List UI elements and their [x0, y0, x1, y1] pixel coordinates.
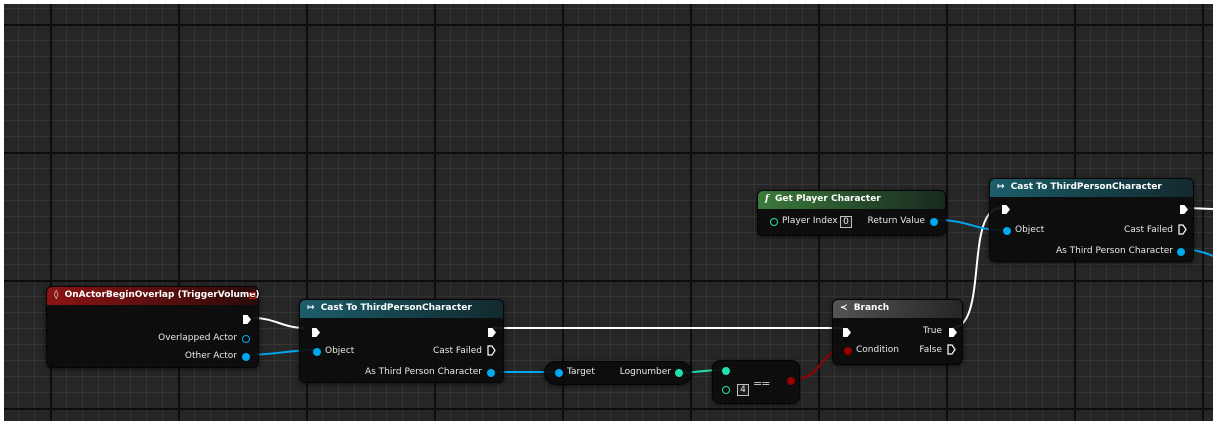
cast-2-title: Cast To ThirdPersonCharacter — [1010, 182, 1162, 192]
cast-2-header[interactable]: ↦ Cast To ThirdPersonCharacter — [990, 179, 1193, 197]
overlapped-actor-pin[interactable] — [242, 335, 250, 343]
cast-2-as-third-person-label: As Third Person Character — [1055, 246, 1173, 256]
exec-out-pin[interactable] — [243, 315, 251, 324]
branch-title: Branch — [853, 303, 890, 313]
cast-2-as-third-person-pin[interactable] — [1177, 248, 1185, 256]
function-f-icon: f — [765, 194, 769, 204]
equal-input-a-pin[interactable] — [722, 367, 730, 375]
cast-1-as-third-person-pin[interactable] — [487, 369, 495, 377]
cast-1-header[interactable]: ↦ Cast To ThirdPersonCharacter — [300, 300, 503, 318]
event-overlap-title: OnActorBeginOverlap (TriggerVolume) — [64, 290, 260, 300]
cast-arrows-icon: ↦ — [997, 182, 1005, 192]
blueprint-graph-canvas[interactable]: ◊ OnActorBeginOverlap (TriggerVolume) Ov… — [4, 4, 1213, 421]
cast-2-cast-failed-label: Cast Failed — [1124, 225, 1173, 235]
lognumber-pin[interactable] — [675, 369, 683, 377]
delegate-pin-icon[interactable] — [249, 292, 256, 299]
lognumber-getter-node[interactable]: Target Lognumber — [544, 361, 692, 385]
player-index-pin[interactable] — [770, 218, 778, 226]
return-value-label: Return Value — [867, 216, 925, 226]
target-label: Target — [567, 367, 595, 377]
branch-node[interactable]: ≺ Branch True Condition False — [832, 299, 963, 365]
equal-compare-node[interactable]: 4 == — [712, 360, 800, 404]
cast-2-exec-in-pin[interactable] — [1002, 205, 1010, 214]
event-overlap-node[interactable]: ◊ OnActorBeginOverlap (TriggerVolume) Ov… — [46, 286, 260, 368]
overlapped-actor-label: Overlapped Actor — [158, 333, 237, 343]
cast-1-exec-in-pin[interactable] — [312, 328, 320, 337]
cast-to-third-person-node-2[interactable]: ↦ Cast To ThirdPersonCharacter Object Ca… — [989, 178, 1194, 262]
branch-icon: ≺ — [840, 303, 848, 313]
branch-true-pin[interactable] — [949, 328, 957, 337]
cast-1-cast-failed-pin[interactable] — [487, 345, 496, 356]
branch-false-pin[interactable] — [947, 344, 956, 355]
equal-output-pin[interactable] — [787, 377, 795, 385]
equal-symbol: == — [753, 377, 770, 390]
other-actor-pin[interactable] — [242, 353, 250, 361]
cast-1-as-third-person-label: As Third Person Character — [364, 367, 482, 377]
return-value-pin[interactable] — [930, 218, 938, 226]
get-player-header[interactable]: f Get Player Character — [758, 191, 945, 209]
player-index-input[interactable]: 0 — [840, 216, 852, 228]
other-actor-label: Other Actor — [184, 351, 237, 361]
exec-wire-event-to-cast[interactable] — [253, 317, 305, 329]
get-player-title: Get Player Character — [775, 194, 881, 204]
cast-1-exec-out-pin[interactable] — [488, 328, 496, 337]
cast-2-cast-failed-pin[interactable] — [1178, 224, 1187, 235]
player-index-label: Player Index — [782, 216, 838, 226]
lognumber-label: Lognumber — [619, 367, 671, 377]
branch-condition-pin[interactable] — [844, 347, 852, 355]
branch-exec-in-pin[interactable] — [843, 328, 851, 337]
cast-2-object-label: Object — [1015, 225, 1045, 235]
branch-condition-label: Condition — [856, 345, 899, 355]
cast-arrows-icon: ↦ — [307, 303, 315, 313]
branch-header[interactable]: ≺ Branch — [833, 300, 962, 318]
get-player-character-node[interactable]: f Get Player Character Player Index 0 Re… — [757, 190, 946, 236]
cast-1-title: Cast To ThirdPersonCharacter — [320, 303, 472, 313]
cast-2-exec-out-pin[interactable] — [1180, 205, 1188, 214]
cast-1-cast-failed-label: Cast Failed — [433, 346, 482, 356]
target-pin[interactable] — [555, 369, 563, 377]
cast-1-object-label: Object — [325, 346, 355, 356]
cast-2-object-pin[interactable] — [1003, 227, 1011, 235]
equal-input-b-pin[interactable] — [722, 386, 730, 394]
event-diamond-icon: ◊ — [54, 290, 59, 300]
branch-false-label: False — [919, 345, 942, 355]
cast-1-object-pin[interactable] — [313, 348, 321, 356]
event-overlap-header[interactable]: ◊ OnActorBeginOverlap (TriggerVolume) — [47, 287, 260, 305]
branch-true-label: True — [922, 326, 942, 336]
cast-to-third-person-node-1[interactable]: ↦ Cast To ThirdPersonCharacter Object Ca… — [299, 299, 504, 383]
equal-value-input[interactable]: 4 — [737, 384, 749, 396]
